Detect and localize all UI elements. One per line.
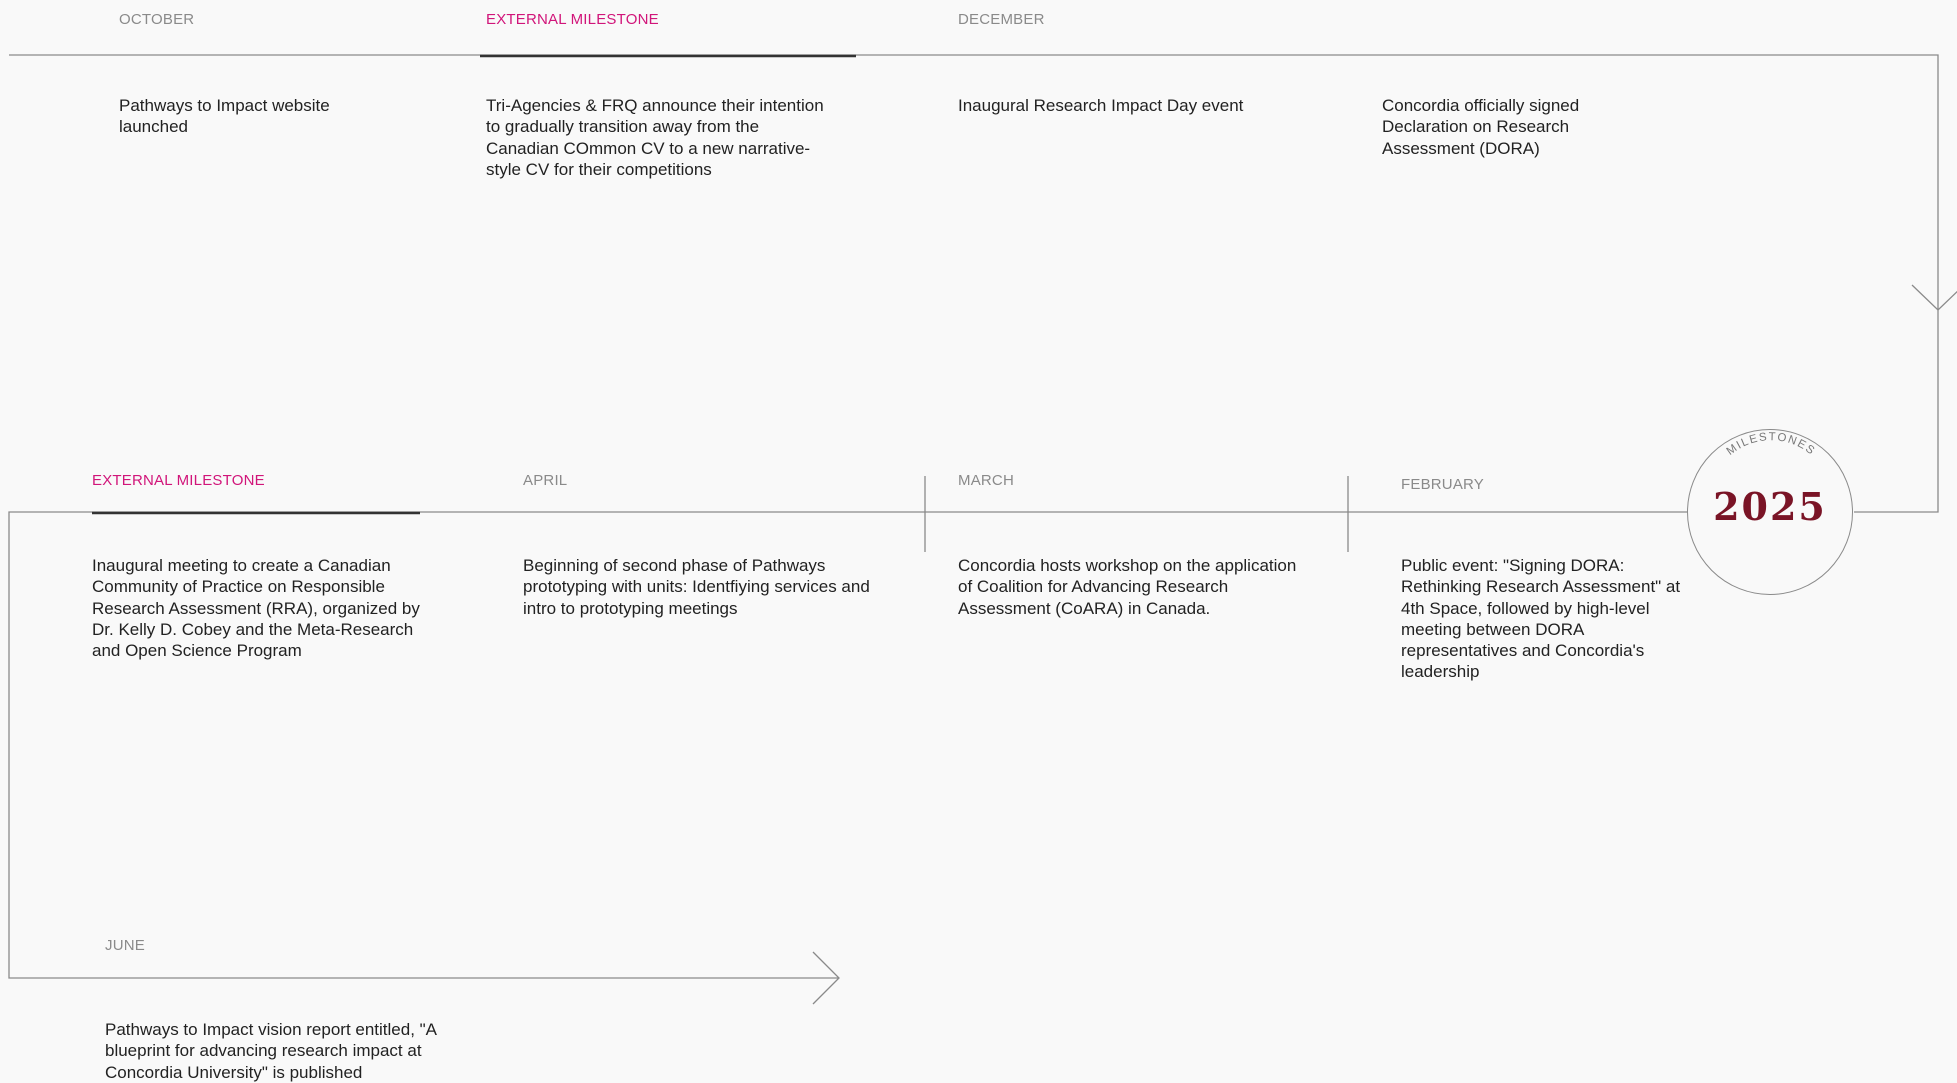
down-arrow-icon (1911, 284, 1957, 311)
external-milestone-label: EXTERNAL MILESTONE (486, 11, 659, 28)
svg-text:MILESTONES: MILESTONES (1725, 431, 1818, 458)
badge-arc-text: MILESTONES (1725, 431, 1816, 458)
external-milestone-label: EXTERNAL MILESTONE (92, 472, 265, 489)
month-label-february: FEBRUARY (1401, 476, 1485, 493)
month-label-june: JUNE (105, 937, 145, 954)
milestone-text: Tri-Agencies & FRQ announce their intent… (486, 96, 824, 179)
year-badge: MILESTONES 2025 (1687, 429, 1853, 595)
milestone-text: Pathways to Impact website launched (119, 96, 330, 137)
milestone-text: Pathways to Impact vision report entitle… (105, 1020, 437, 1082)
milestone-text: Concordia officially signed Declaration … (1382, 96, 1580, 158)
milestone-text: Concordia hosts workshop on the applicat… (958, 556, 1297, 618)
milestone-text: Public event: "Signing DORA: Rethinking … (1401, 556, 1681, 682)
badge-year: 2025 (1713, 484, 1827, 529)
month-label-october: OCTOBER (119, 11, 195, 28)
milestone-text: Inaugural meeting to create a Canadian C… (92, 556, 420, 661)
month-label-april: APRIL (523, 472, 568, 489)
milestone-text: Inaugural Research Impact Day event (958, 96, 1244, 115)
milestone-text: Beginning of second phase of Pathways pr… (523, 556, 870, 618)
month-label-december: DECEMBER (958, 11, 1045, 28)
timeline-path (8, 54, 1957, 1005)
month-label-march: MARCH (958, 472, 1014, 489)
